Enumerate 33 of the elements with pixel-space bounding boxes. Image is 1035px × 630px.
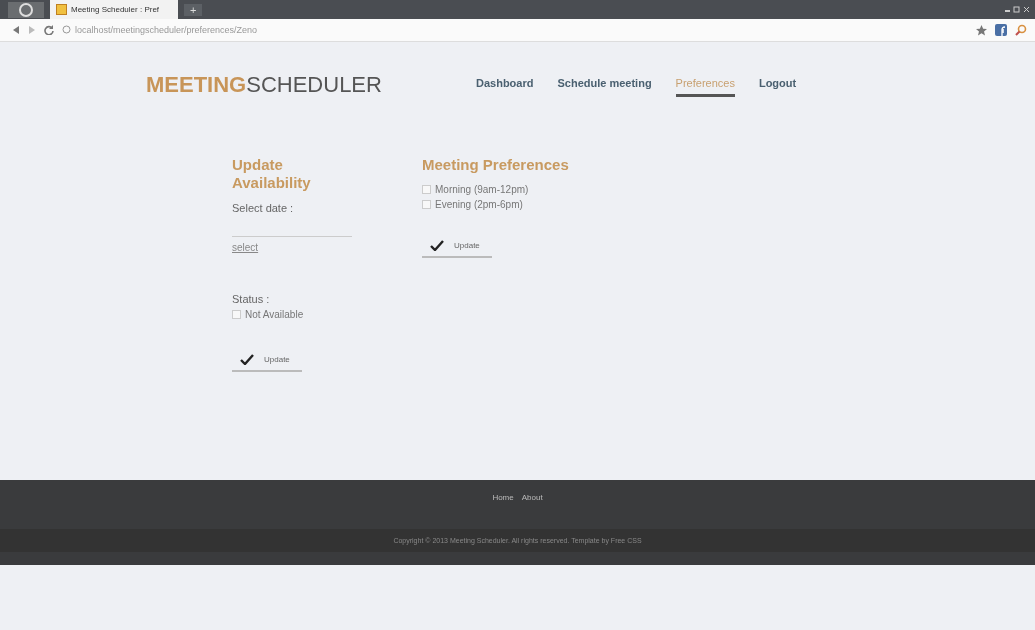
update-button[interactable]: Update [422, 236, 492, 258]
update-button[interactable]: Update [232, 350, 302, 372]
option-label: Morning (9am-12pm) [435, 184, 529, 195]
reload-icon[interactable] [44, 25, 54, 35]
f-square-icon[interactable] [995, 24, 1007, 36]
star-icon[interactable] [976, 24, 987, 36]
checkbox[interactable] [422, 200, 431, 209]
nav-link[interactable]: Logout [758, 73, 797, 97]
new-tab-button[interactable]: + [184, 3, 203, 16]
checkbox[interactable] [232, 310, 241, 319]
option-label: Not Available [245, 309, 304, 320]
footer-link[interactable]: Home [492, 493, 514, 503]
browser-tab[interactable]: Meeting Scheduler : Pref [50, 0, 178, 19]
nav-link[interactable]: Dashboard [476, 73, 534, 97]
back-icon[interactable] [12, 26, 20, 34]
option-label: Evening (2pm-6pm) [435, 199, 523, 210]
check-icon [240, 354, 254, 365]
browser-menu-button[interactable] [8, 1, 44, 18]
footer-link[interactable]: About [521, 493, 543, 503]
section-title: Meeting Preferences [422, 156, 569, 174]
page-info-icon [62, 24, 71, 36]
checkbox[interactable] [422, 185, 431, 194]
window-controls-icon[interactable] [1005, 5, 1029, 14]
select-link[interactable]: select [232, 242, 259, 253]
section-title: Update Availability [232, 156, 312, 192]
check-icon [430, 240, 444, 251]
field-label: Status : [232, 293, 270, 305]
page-icon [56, 4, 67, 15]
site-logo: MEETINGSCHEDULER [146, 72, 383, 98]
field-label: Select date : [232, 202, 294, 214]
ring-icon [19, 2, 33, 17]
magnifier-icon[interactable] [1015, 24, 1027, 36]
nav-link[interactable]: Schedule meeting [557, 73, 652, 97]
